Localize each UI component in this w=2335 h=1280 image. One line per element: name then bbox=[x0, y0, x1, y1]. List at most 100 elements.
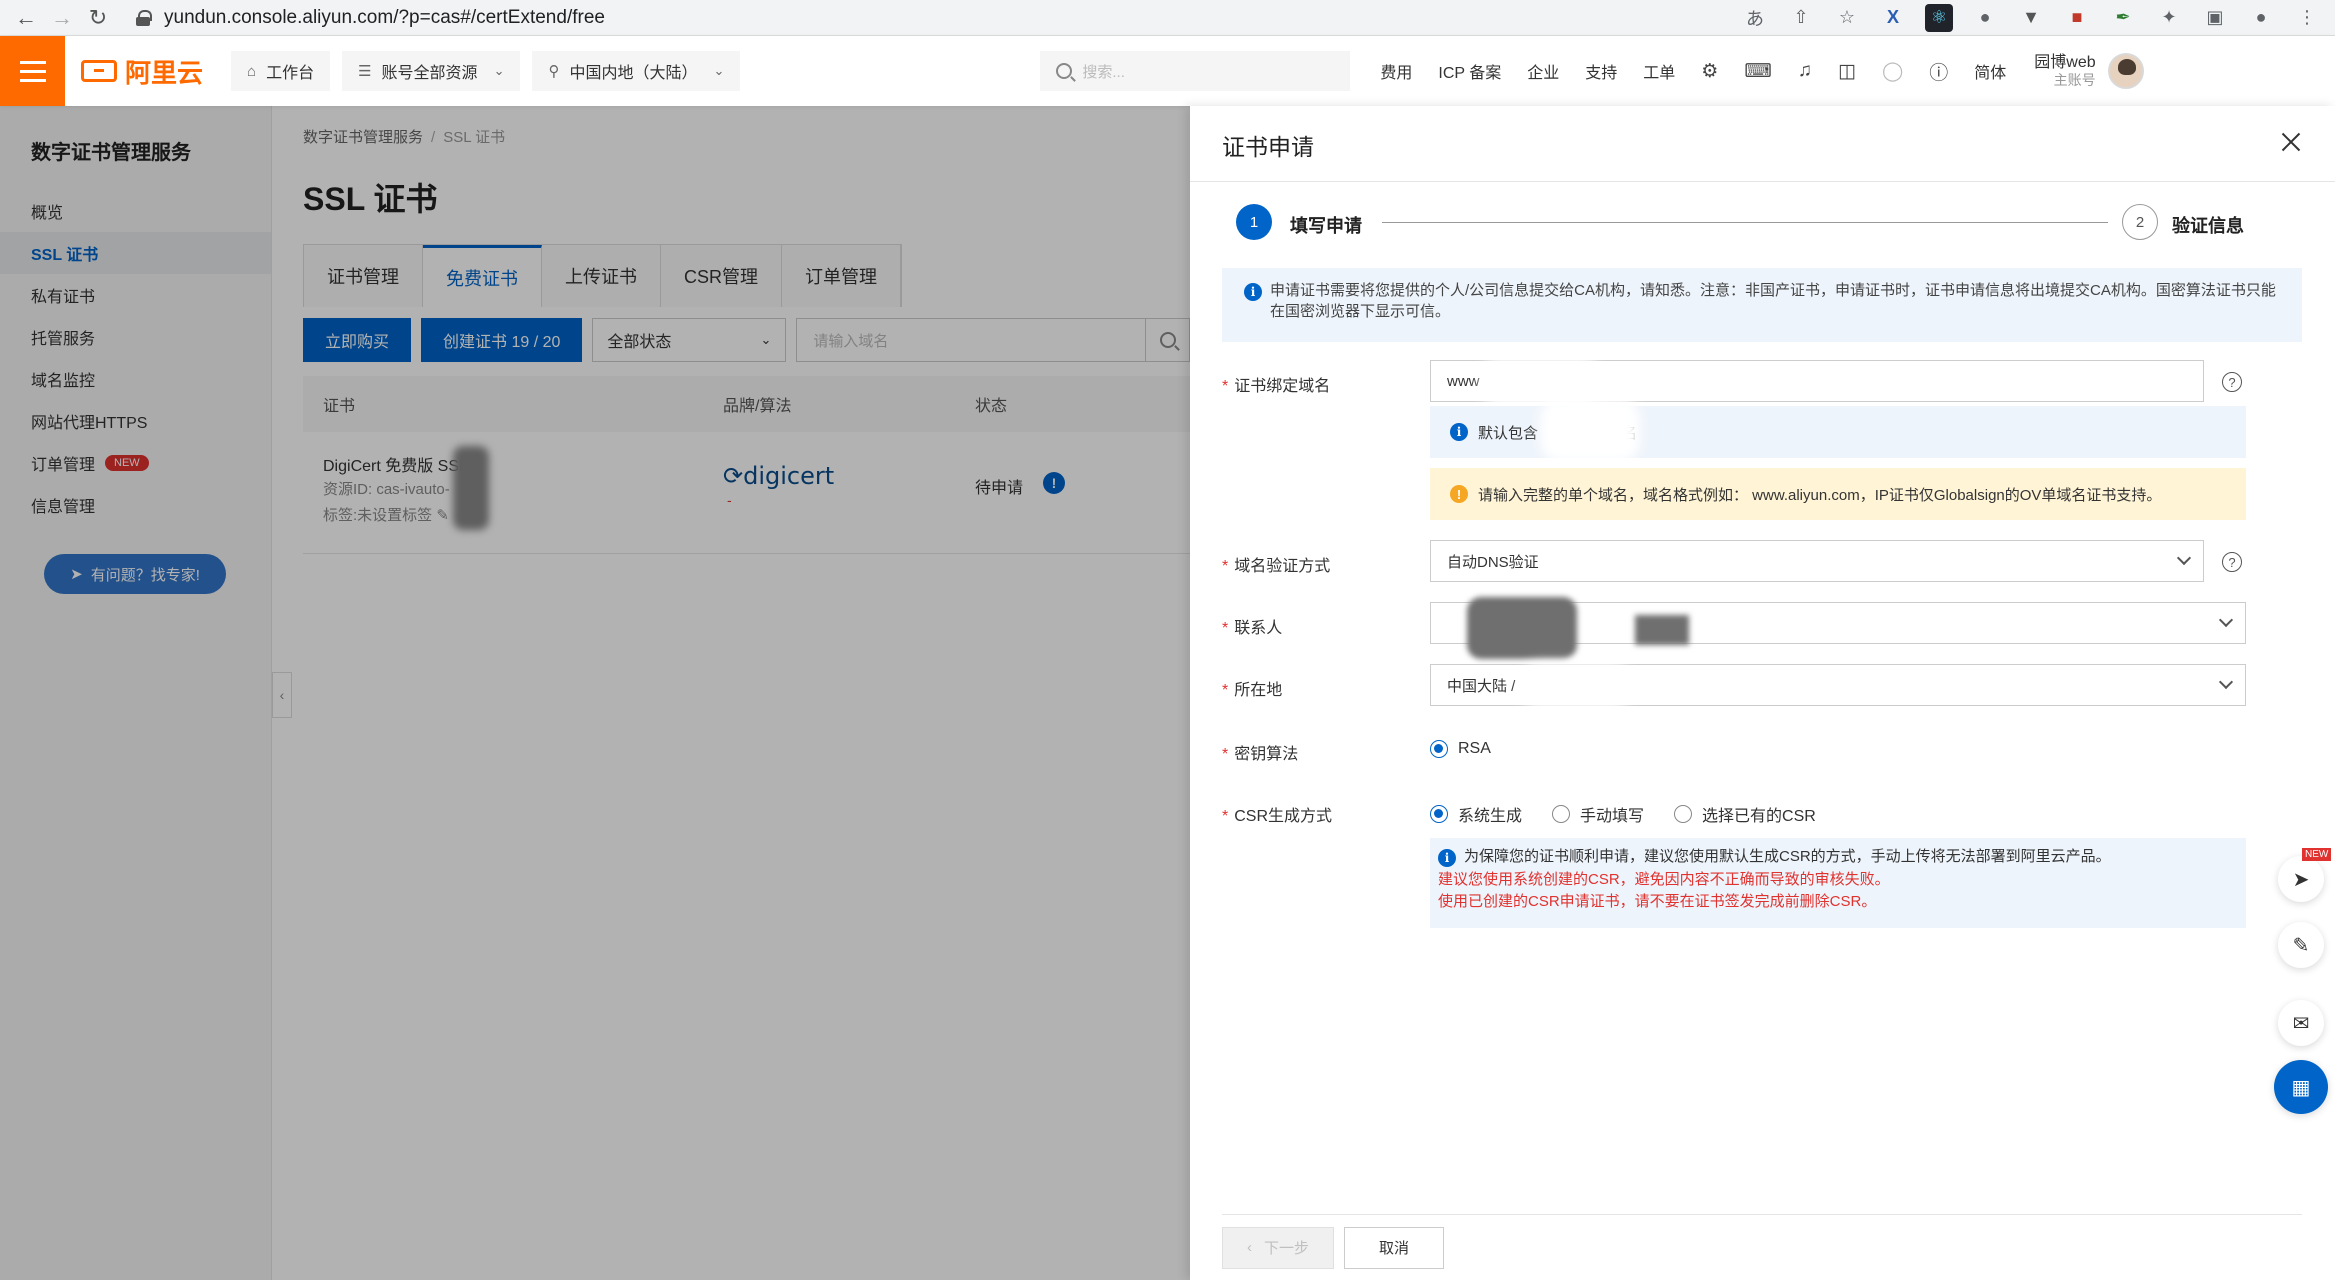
drawer-footer: ‹ 下一步 取消 bbox=[1222, 1214, 2302, 1280]
extension-pen-icon[interactable]: ✒ bbox=[2109, 4, 2137, 32]
workbench-label: 工作台 bbox=[266, 65, 315, 82]
radio-button[interactable] bbox=[1674, 805, 1693, 823]
extension-x-icon[interactable]: X bbox=[1879, 4, 1907, 32]
chevron-down-icon bbox=[2218, 612, 2234, 628]
help-icon[interactable]: ? bbox=[2222, 372, 2242, 392]
help-icon[interactable]: ⓘ bbox=[1929, 58, 1948, 85]
chevron-down-icon bbox=[2218, 674, 2234, 690]
url-text[interactable]: yundun.console.aliyun.com/?p=cas#/certEx… bbox=[164, 7, 605, 29]
radio-csr-existing[interactable]: 选择已有的CSR bbox=[1674, 802, 1816, 826]
edit-tool-icon[interactable]: ✎ bbox=[2278, 922, 2324, 968]
nav-link-ticket[interactable]: 工单 bbox=[1643, 59, 1675, 83]
step-1-circle: 1 bbox=[1236, 204, 1272, 240]
sidepanel-icon[interactable]: ▣ bbox=[2201, 4, 2229, 32]
terminal-icon[interactable]: ⌨ bbox=[1744, 60, 1771, 83]
step-connector bbox=[1382, 222, 2108, 223]
modal-overlay[interactable] bbox=[0, 106, 1190, 1280]
chevron-down-icon bbox=[2176, 550, 2192, 566]
domain-hint-prefix: 默认包含 bbox=[1478, 424, 1539, 442]
chevron-down-icon: ⌄ bbox=[493, 63, 505, 78]
cart-icon[interactable]: ◫ bbox=[1838, 60, 1856, 83]
domain-value: www bbox=[1447, 372, 1480, 390]
back-icon[interactable]: ← bbox=[8, 0, 44, 36]
location-label-text: 所在地 bbox=[1234, 682, 1283, 699]
star-icon[interactable]: ☆ bbox=[1833, 4, 1861, 32]
home-icon: ⌂ bbox=[247, 62, 257, 80]
csr-notice-line: 为保障您的证书顺利申请，建议您使用默认生成CSR的方式，手动上传将无法部署到阿里… bbox=[1464, 848, 2111, 865]
domain-warning: ! 请输入完整的单个域名，域名格式例如： www.aliyun.com，IP证书… bbox=[1430, 468, 2246, 520]
search-placeholder: 搜索... bbox=[1082, 63, 1125, 81]
region-selector[interactable]: ⚲ 中国内地（大陆） ⌄ bbox=[532, 51, 741, 91]
next-step-button[interactable]: ‹ 下一步 bbox=[1222, 1226, 1335, 1269]
nav-link-fees[interactable]: 费用 bbox=[1380, 59, 1412, 83]
language-switch[interactable]: 简体 bbox=[1974, 59, 2006, 83]
extension-react-icon[interactable]: ⚛ bbox=[1925, 3, 1953, 32]
location-pin-icon: ⚲ bbox=[548, 63, 560, 80]
logo-text: 阿里云 bbox=[125, 57, 204, 88]
warning-icon: ! bbox=[1450, 485, 1468, 503]
lightbulb-icon[interactable]: ◯ bbox=[1882, 60, 1903, 83]
cert-apply-drawer: 证书申请 1 填写申请 2 验证信息 i 申请证书需要将您提供的个人/公司信息提… bbox=[1190, 106, 2335, 1280]
api-icon[interactable]: ⚙ bbox=[1701, 60, 1718, 83]
translate-icon[interactable]: あ bbox=[1741, 4, 1769, 32]
domain-hint: i 默认包含 名 bbox=[1430, 398, 2246, 462]
chevron-down-icon: ⌄ bbox=[713, 63, 725, 78]
radio-button[interactable] bbox=[1430, 805, 1448, 823]
apps-grid-icon[interactable]: ▦ bbox=[2274, 1060, 2328, 1114]
nav-link-icp[interactable]: ICP 备案 bbox=[1438, 59, 1501, 83]
location-select[interactable]: 中国大陆 / bbox=[1430, 663, 2246, 709]
forward-icon[interactable]: → bbox=[44, 0, 80, 36]
hamburger-menu-icon[interactable] bbox=[0, 36, 65, 106]
verify-label-text: 域名验证方式 bbox=[1234, 558, 1331, 575]
radio-button[interactable] bbox=[1552, 805, 1571, 823]
chevron-left-icon: ‹ bbox=[1247, 1239, 1252, 1256]
info-icon: i bbox=[1244, 283, 1262, 301]
domain-field[interactable]: www bbox=[1430, 357, 2204, 407]
verify-method-select[interactable]: 自动DNS验证 bbox=[1430, 540, 2204, 582]
list-icon: ☰ bbox=[358, 63, 372, 80]
new-badge: NEW bbox=[2302, 848, 2332, 861]
help-icon[interactable]: ? bbox=[2222, 552, 2242, 572]
menu-dots-icon[interactable]: ⋮ bbox=[2293, 4, 2321, 32]
reload-icon[interactable]: ↻ bbox=[80, 0, 116, 36]
radio-rsa[interactable]: RSA bbox=[1430, 740, 1491, 758]
bell-icon[interactable]: ♫ bbox=[1798, 60, 1812, 82]
workbench-button[interactable]: ⌂ 工作台 bbox=[231, 51, 331, 91]
radio-csr-manual[interactable]: 手动填写 bbox=[1552, 802, 1644, 826]
profile-icon[interactable]: ● bbox=[2247, 4, 2275, 32]
close-icon[interactable] bbox=[2277, 128, 2305, 156]
console-search-input[interactable]: 搜索... bbox=[1040, 51, 1351, 91]
radio-csr-system[interactable]: 系统生成 bbox=[1430, 802, 1522, 826]
ca-notice: i 申请证书需要将您提供的个人/公司信息提交给CA机构，请知悉。注意：非国产证书… bbox=[1222, 268, 2302, 342]
extension-vue-icon[interactable]: ▼ bbox=[2017, 4, 2045, 32]
nav-link-enterprise[interactable]: 企业 bbox=[1527, 59, 1559, 83]
cancel-button[interactable]: 取消 bbox=[1344, 1226, 1445, 1269]
drawer-header: 证书申请 bbox=[1190, 106, 2335, 182]
radio-label: 系统生成 bbox=[1458, 808, 1523, 825]
redacted-region bbox=[1467, 597, 1577, 659]
radio-label: RSA bbox=[1458, 740, 1491, 757]
user-name: 园博web bbox=[2034, 54, 2096, 71]
aliyun-logo[interactable]: 阿里云 bbox=[81, 53, 203, 90]
pin-tool-icon[interactable]: ➤ bbox=[2278, 856, 2324, 902]
user-menu[interactable]: 园博web 主账号 bbox=[2034, 53, 2095, 89]
csr-radio-group: 系统生成 手动填写 选择已有的CSR bbox=[1430, 802, 1816, 826]
address-bar[interactable]: yundun.console.aliyun.com/?p=cas#/certEx… bbox=[136, 7, 605, 29]
puzzle-icon[interactable]: ✦ bbox=[2155, 4, 2183, 32]
algorithm-label: * 密钥算法 bbox=[1222, 746, 1299, 763]
search-icon bbox=[1056, 63, 1073, 79]
nav-link-support[interactable]: 支持 bbox=[1585, 59, 1617, 83]
browser-toolbar: ← → ↻ yundun.console.aliyun.com/?p=cas#/… bbox=[0, 0, 2335, 36]
extension-panda-icon[interactable]: ● bbox=[1971, 4, 1999, 32]
share-icon[interactable]: ⇧ bbox=[1787, 4, 1815, 32]
contact-select[interactable] bbox=[1430, 597, 2246, 659]
step-1-label: 填写申请 bbox=[1290, 216, 1362, 236]
avatar[interactable] bbox=[2107, 53, 2144, 89]
step-2-circle: 2 bbox=[2122, 204, 2158, 240]
drawer-title: 证书申请 bbox=[1222, 134, 1314, 160]
resource-selector[interactable]: ☰ 账号全部资源 ⌄ bbox=[342, 51, 521, 91]
chat-tool-icon[interactable]: ✉ bbox=[2278, 1000, 2324, 1046]
extension-red-icon[interactable]: ■ bbox=[2063, 4, 2091, 32]
verify-label: * 域名验证方式 bbox=[1222, 558, 1331, 575]
radio-button[interactable] bbox=[1430, 740, 1448, 758]
